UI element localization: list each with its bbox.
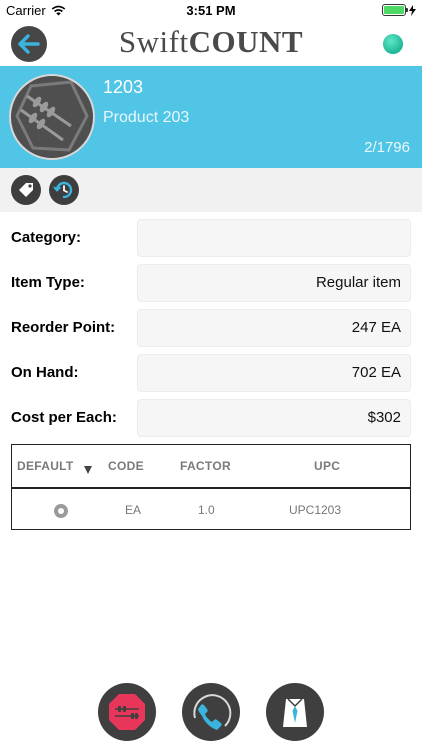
cost-row: Cost per Each: $302 xyxy=(0,399,422,437)
connection-status-dot[interactable] xyxy=(383,34,403,54)
uom-table: DEFAULT CODE FACTOR UPC EA 1.0 UPC1203 xyxy=(11,444,411,530)
on-hand-row: On Hand: 702 EA xyxy=(0,354,422,392)
on-hand-field[interactable]: 702 EA xyxy=(137,354,411,392)
item-type-row: Item Type: Regular item xyxy=(0,264,422,302)
table-row[interactable]: EA 1.0 UPC1203 xyxy=(12,491,410,529)
item-type-field[interactable]: Regular item xyxy=(137,264,411,302)
default-radio-icon[interactable] xyxy=(54,504,68,518)
tag-icon xyxy=(19,183,33,197)
reorder-point-row: Reorder Point: 247 EA xyxy=(0,309,422,347)
battery-area xyxy=(382,4,416,16)
record-counter: 2/1796 xyxy=(364,139,410,156)
header-factor[interactable]: FACTOR xyxy=(180,459,231,473)
header-code[interactable]: CODE xyxy=(108,459,144,473)
cell-upc: UPC1203 xyxy=(289,503,342,517)
item-type-label: Item Type: xyxy=(11,274,85,291)
abacus-icon xyxy=(109,694,145,730)
header-default[interactable]: DEFAULT xyxy=(17,459,74,473)
category-label: Category: xyxy=(11,229,82,246)
app-logo: SwiftCOUNT xyxy=(0,22,422,62)
phone-icon xyxy=(193,694,232,730)
product-banner: 1203 Product 203 2/1796 xyxy=(0,66,422,168)
profile-button[interactable] xyxy=(266,683,324,741)
history-button[interactable] xyxy=(49,175,79,205)
reorder-point-field[interactable]: 247 EA xyxy=(137,309,411,347)
charging-bolt-icon xyxy=(409,4,416,16)
cost-field[interactable]: $302 xyxy=(137,399,411,437)
category-row: Category: xyxy=(0,219,422,257)
cost-label: Cost per Each: xyxy=(11,409,117,426)
app-header: SwiftCOUNT xyxy=(0,22,422,66)
action-bar xyxy=(0,168,422,212)
abacus-icon xyxy=(15,80,89,152)
status-time: 3:51 PM xyxy=(186,3,236,18)
on-hand-label: On Hand: xyxy=(11,364,79,381)
product-name: Product 203 xyxy=(103,109,190,126)
uom-table-header: DEFAULT CODE FACTOR UPC xyxy=(12,445,410,489)
product-image[interactable] xyxy=(9,74,95,160)
cell-factor: 1.0 xyxy=(198,503,215,517)
category-field[interactable] xyxy=(137,219,411,257)
battery-icon xyxy=(382,4,408,16)
call-support-button[interactable] xyxy=(182,683,240,741)
reorder-point-label: Reorder Point: xyxy=(11,319,116,336)
product-code: 1203 xyxy=(103,77,144,97)
cell-code: EA xyxy=(125,503,142,517)
sort-down-icon[interactable] xyxy=(84,466,92,474)
header-upc[interactable]: UPC xyxy=(314,459,340,473)
shirt-tie-icon xyxy=(283,698,307,727)
logo-text-swift: Swift xyxy=(118,24,189,59)
logo-text-count: COUNT xyxy=(188,24,304,59)
history-clock-icon xyxy=(53,181,73,199)
status-bar: Carrier 3:51 PM xyxy=(0,0,422,22)
tag-button[interactable] xyxy=(11,175,41,205)
count-button[interactable] xyxy=(98,683,156,741)
